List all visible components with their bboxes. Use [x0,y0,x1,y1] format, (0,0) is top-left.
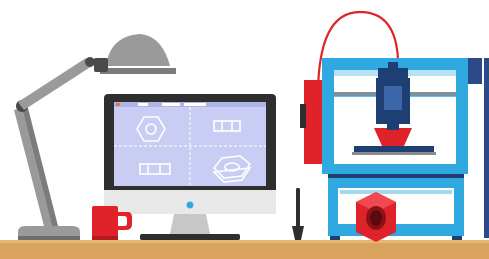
desk [0,240,489,259]
cad-screen [114,102,266,186]
filament-spool [304,80,322,164]
3d-printing-workspace-illustration [0,0,489,259]
side-panel [484,58,489,238]
illustration-canvas [0,10,489,259]
power-light-icon [186,201,194,209]
pen-icon [292,188,304,240]
hex-nut-icon [356,192,396,242]
